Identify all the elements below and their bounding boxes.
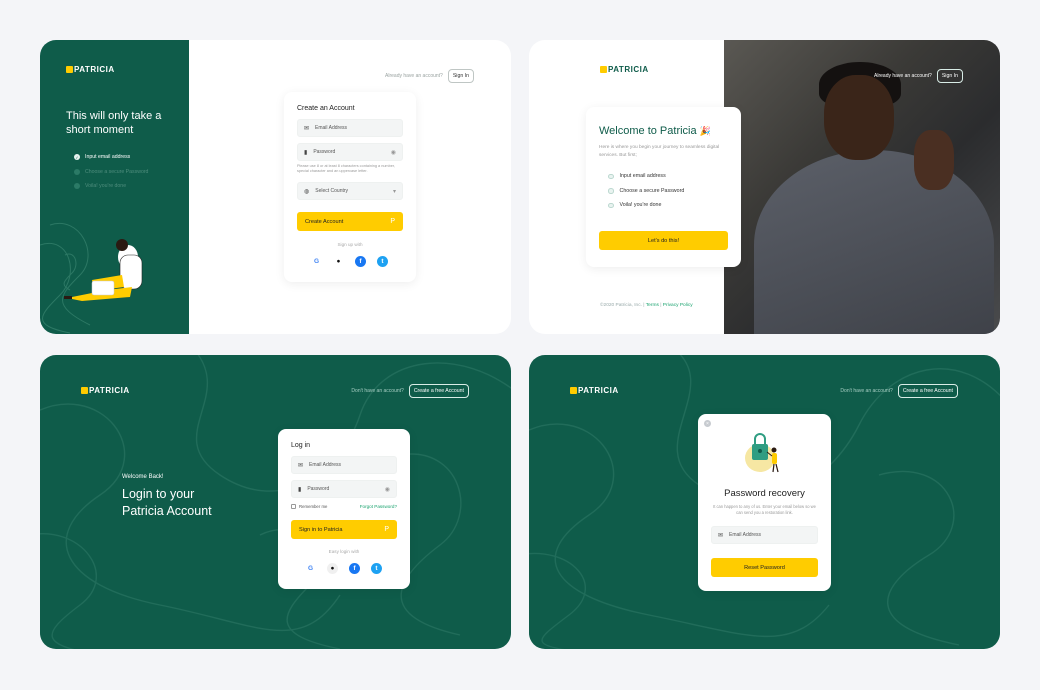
person-laptop-illustration bbox=[64, 239, 143, 301]
topo-background bbox=[40, 355, 511, 649]
email-field[interactable]: ✉ Email Address bbox=[291, 456, 397, 474]
welcome-title: Welcome to Patricia 🎉 bbox=[599, 125, 711, 137]
create-free-account-button[interactable]: Create a free Account bbox=[408, 384, 469, 398]
brand-mark-icon: P bbox=[390, 218, 395, 225]
create-free-account-button[interactable]: Create a free Account bbox=[897, 384, 958, 398]
brand-logo: PATRICIA bbox=[570, 386, 619, 395]
photo-face bbox=[824, 75, 894, 160]
recovery-subtitle: It can happen to any of us. Enter your e… bbox=[713, 504, 816, 515]
close-icon[interactable]: × bbox=[704, 420, 711, 427]
sign-in-button[interactable]: Sign In bbox=[936, 69, 963, 83]
password-field[interactable]: ▮ Password ◉ bbox=[297, 143, 403, 161]
padlock-illustration bbox=[745, 433, 779, 473]
step-dot-icon bbox=[608, 188, 614, 194]
lock-icon: ▮ bbox=[304, 149, 308, 156]
lock-icon: ▮ bbox=[298, 486, 302, 493]
create-account-card: Create an Account ✉ Email Address ▮ Pass… bbox=[284, 92, 416, 282]
country-select[interactable]: ◍ Select Country ▾ bbox=[297, 182, 403, 200]
create-account-button[interactable]: Create Account P bbox=[297, 212, 403, 231]
recovery-card: × Password recovery It can happen to any… bbox=[698, 414, 831, 591]
facebook-icon[interactable]: f bbox=[349, 563, 360, 574]
login-screen: PATRICIA Don't have an account? Create a… bbox=[40, 355, 511, 649]
remember-me-checkbox[interactable]: Remember me bbox=[291, 504, 327, 509]
step-dot-icon bbox=[608, 173, 614, 179]
step-item: ✓ Input email address bbox=[74, 154, 131, 161]
sign-in-button[interactable]: Sign in to Patricia P bbox=[291, 520, 397, 539]
signup-steps: ✓ Input email address Choose a secure Pas… bbox=[74, 150, 148, 194]
twitter-icon[interactable]: t bbox=[371, 563, 382, 574]
eye-icon[interactable]: ◉ bbox=[391, 149, 396, 156]
login-headline-1: Login to your bbox=[122, 487, 195, 501]
recovery-title: Password recovery bbox=[724, 488, 805, 499]
mail-icon: ✉ bbox=[304, 125, 310, 132]
password-hint: Please use 8 or at least 8 characters co… bbox=[297, 164, 395, 173]
photo-hand bbox=[914, 130, 954, 190]
password-recovery-screen: PATRICIA Don't have an account? Create a… bbox=[529, 355, 1000, 649]
google-icon[interactable]: G bbox=[305, 563, 316, 574]
signin-prompt: Already have an account? Sign In bbox=[385, 69, 474, 83]
create-account-prompt: Don't have an account? Create a free Acc… bbox=[351, 384, 469, 398]
welcome-screen: PATRICIA Already have an account? Sign I… bbox=[529, 40, 1000, 334]
step-dot-icon bbox=[608, 202, 614, 208]
mail-icon: ✉ bbox=[718, 532, 724, 539]
signup-sidebar: PATRICIA This will only take a short mom… bbox=[40, 40, 189, 334]
social-login-row: G ● f t bbox=[305, 563, 382, 574]
signin-prompt: Already have an account? Sign In bbox=[874, 69, 963, 83]
easy-login-label: Easy login with bbox=[328, 549, 360, 554]
sign-up-with-label: Sign up with bbox=[337, 242, 363, 247]
hero-photo bbox=[724, 40, 1000, 334]
mail-icon: ✉ bbox=[298, 462, 304, 469]
step-dot-icon bbox=[74, 168, 80, 175]
brand-mark-icon: P bbox=[384, 526, 389, 533]
step-dot-icon bbox=[74, 183, 80, 190]
check-icon: ✓ bbox=[74, 154, 80, 161]
checkbox-box[interactable] bbox=[291, 504, 296, 509]
google-icon[interactable]: G bbox=[311, 256, 322, 267]
globe-icon: ◍ bbox=[304, 188, 310, 195]
card-title: Create an Account bbox=[297, 105, 355, 112]
sign-in-button[interactable]: Sign In bbox=[447, 69, 474, 83]
list-item: Voila! you're done bbox=[608, 198, 684, 213]
brand-logo: PATRICIA bbox=[66, 65, 115, 74]
reset-password-button[interactable]: Reset Password bbox=[711, 558, 818, 577]
twitter-icon[interactable]: t bbox=[377, 256, 388, 267]
welcome-card: Welcome to Patricia 🎉 Here is where you … bbox=[586, 107, 741, 267]
footer: ©2020 Patricia, Inc. | Terms | Privacy P… bbox=[600, 303, 693, 308]
brand-logo: PATRICIA bbox=[81, 386, 130, 395]
lets-do-this-button[interactable]: Let's do this! bbox=[599, 231, 728, 250]
list-item: Choose a secure Password bbox=[608, 184, 684, 199]
signup-screen: PATRICIA This will only take a short mom… bbox=[40, 40, 511, 334]
email-field[interactable]: ✉ Email Address bbox=[297, 119, 403, 137]
privacy-policy-link[interactable]: Privacy Policy bbox=[663, 303, 693, 308]
step-item: Voila! you're done bbox=[74, 179, 148, 194]
create-account-prompt: Don't have an account? Create a free Acc… bbox=[840, 384, 958, 398]
social-login-row: G ● f t bbox=[311, 256, 388, 267]
welcome-subtitle: Here is where you begin your journey to … bbox=[599, 145, 720, 158]
facebook-icon[interactable]: f bbox=[355, 256, 366, 267]
card-title: Log in bbox=[291, 442, 311, 449]
password-field[interactable]: ▮ Password ◉ bbox=[291, 480, 397, 498]
step-item: Choose a secure Password bbox=[74, 165, 148, 180]
apple-icon[interactable]: ● bbox=[333, 256, 344, 267]
sidebar-title: This will only take a short moment bbox=[66, 110, 162, 136]
terms-link[interactable]: Terms bbox=[646, 303, 659, 308]
welcome-back-label: Welcome Back! bbox=[122, 474, 164, 480]
brand-logo: PATRICIA bbox=[600, 65, 649, 74]
chevron-down-icon: ▾ bbox=[392, 188, 396, 195]
eye-icon[interactable]: ◉ bbox=[385, 486, 390, 493]
apple-icon[interactable]: ● bbox=[327, 563, 338, 574]
login-headline-2: Patricia Account bbox=[122, 504, 212, 518]
photo-jacket bbox=[754, 150, 994, 334]
forgot-password-link[interactable]: Forgot Password? bbox=[360, 504, 397, 509]
login-card: Log in ✉ Email Address ▮ Password ◉ Reme… bbox=[278, 429, 410, 589]
party-icon: 🎉 bbox=[699, 126, 711, 136]
list-item: Input email address bbox=[608, 169, 684, 184]
email-field[interactable]: ✉ Email Address bbox=[711, 526, 818, 544]
welcome-steps: Input email address Choose a secure Pass… bbox=[608, 169, 684, 213]
